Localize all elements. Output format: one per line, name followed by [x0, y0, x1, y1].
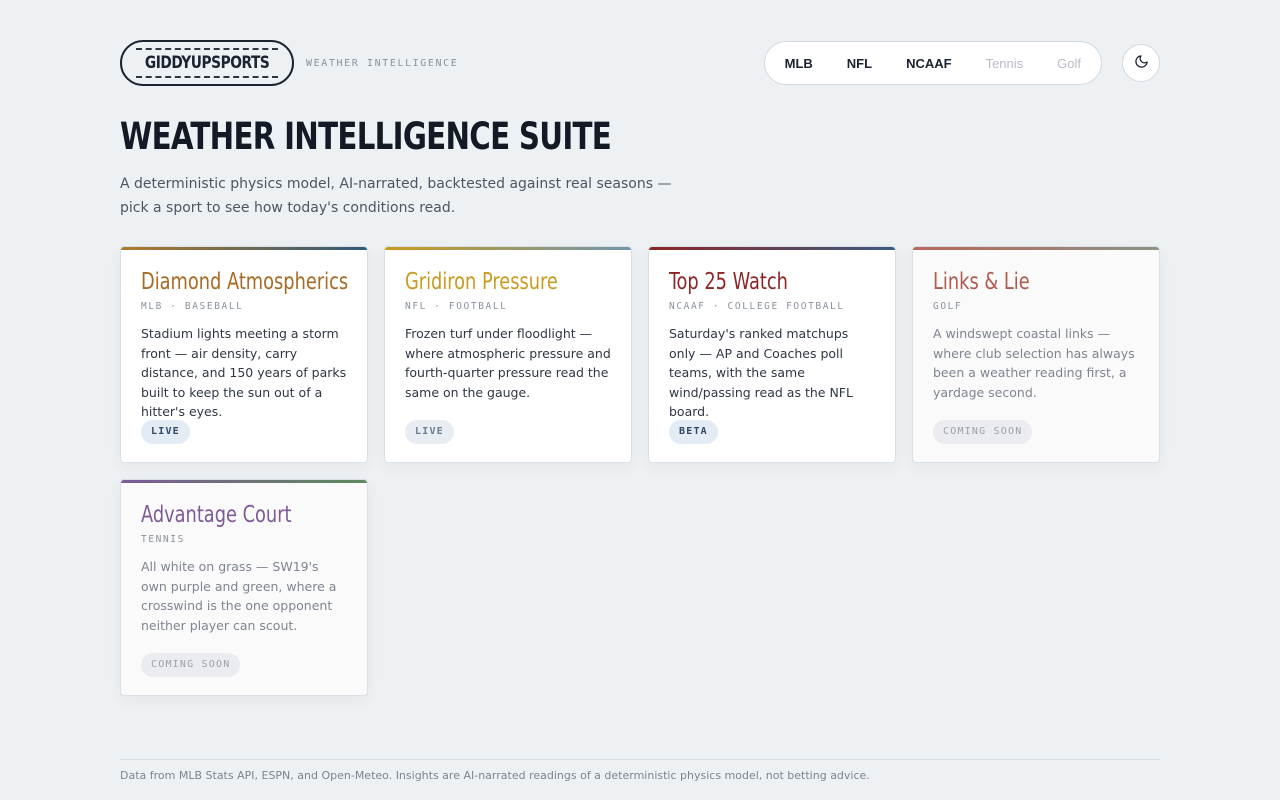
card-description: A windswept coastal links — where club s…: [933, 326, 1135, 400]
card-nfl[interactable]: Gridiron Pressure NFL · FOOTBALL Frozen …: [384, 246, 632, 463]
moon-icon: [1134, 54, 1149, 73]
nav-item-tennis: Tennis: [985, 55, 1024, 71]
sport-nav: MLB NFL NCAAF Tennis Golf: [763, 41, 1102, 85]
card-description: Saturday's ranked matchups only — AP and…: [669, 326, 853, 420]
nav-item-mlb[interactable]: MLB: [768, 56, 830, 71]
tagline: WEATHER INTELLIGENCE: [306, 57, 459, 69]
brand: GIDDYUPSPORTS WEATHER INTELLIGENCE: [120, 40, 458, 86]
card-ncaaf[interactable]: Top 25 Watch NCAAF · COLLEGE FOOTBALL Sa…: [648, 246, 896, 463]
card-title: Links & Lie: [933, 269, 1030, 295]
status-badge: COMING SOON: [141, 653, 241, 677]
page: GIDDYUPSPORTS WEATHER INTELLIGENCE MLB N…: [120, 40, 1160, 696]
nav-item-golf: Golf: [1057, 55, 1081, 71]
card-meta: NFL · FOOTBALL: [405, 301, 508, 312]
card-accent-bar: [121, 480, 367, 483]
card-description: All white on grass — SW19's own purple a…: [141, 559, 337, 633]
status-badge: COMING SOON: [933, 420, 1033, 444]
footer-text: Data from MLB Stats API, ESPN, and Open-…: [120, 769, 870, 782]
theme-toggle-button[interactable]: [1122, 44, 1160, 82]
card-golf: Links & Lie GOLF A windswept coastal lin…: [912, 246, 1160, 463]
card-title: Advantage Court: [141, 502, 292, 528]
footer: Data from MLB Stats API, ESPN, and Open-…: [120, 759, 1160, 782]
logo[interactable]: GIDDYUPSPORTS: [120, 40, 294, 86]
card-accent-bar: [385, 247, 631, 250]
card-title: Gridiron Pressure: [405, 269, 558, 295]
nav-item-ncaaf[interactable]: NCAAF: [889, 56, 969, 71]
card-meta: TENNIS: [141, 534, 185, 545]
card-meta: NCAAF · COLLEGE FOOTBALL: [669, 301, 845, 312]
status-badge: BETA: [669, 420, 718, 444]
nav-item-nfl[interactable]: NFL: [830, 56, 889, 71]
nav-right: MLB NFL NCAAF Tennis Golf: [763, 41, 1160, 85]
card-accent-bar: [913, 247, 1159, 250]
page-subtitle: A deterministic physics model, AI-narrat…: [120, 176, 672, 216]
header: GIDDYUPSPORTS WEATHER INTELLIGENCE MLB N…: [120, 40, 1160, 86]
card-meta: GOLF: [933, 301, 963, 312]
card-description: Stadium lights meeting a storm front — a…: [141, 326, 347, 420]
card-accent-bar: [121, 247, 367, 250]
card-mlb[interactable]: Diamond Atmospherics MLB · BASEBALL Stad…: [120, 246, 368, 463]
card-tennis: Advantage Court TENNIS All white on gras…: [120, 479, 368, 696]
sport-card-grid: Diamond Atmospherics MLB · BASEBALL Stad…: [120, 246, 1160, 696]
card-meta: MLB · BASEBALL: [141, 301, 244, 312]
page-title: WEATHER INTELLIGENCE SUITE: [120, 115, 612, 158]
card-description: Frozen turf under floodlight — where atm…: [405, 326, 611, 400]
card-title: Top 25 Watch: [669, 269, 788, 295]
status-badge: LIVE: [141, 420, 190, 444]
card-title: Diamond Atmospherics: [141, 269, 349, 295]
logo-text: GIDDYUPSPORTS: [142, 53, 272, 73]
status-badge: LIVE: [405, 420, 454, 444]
card-accent-bar: [649, 247, 895, 250]
